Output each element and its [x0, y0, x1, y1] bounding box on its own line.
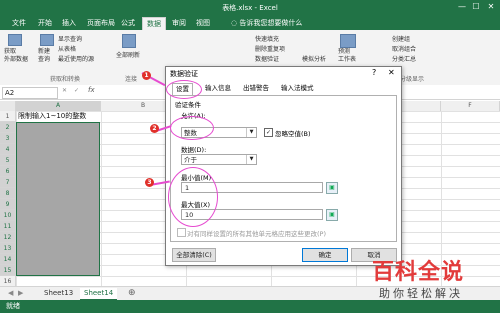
row-header[interactable]: 1: [0, 111, 15, 122]
row-header[interactable]: 7: [0, 177, 15, 188]
row-header[interactable]: 3: [0, 133, 15, 144]
data-select[interactable]: 介于 ▼: [181, 154, 257, 165]
column-header-a[interactable]: A: [16, 101, 101, 111]
data-value: 介于: [184, 156, 197, 164]
enter-icon[interactable]: ✓: [74, 87, 79, 94]
sheet-tab-sheet13[interactable]: Sheet13: [40, 288, 77, 299]
tab-data[interactable]: 数据: [142, 17, 166, 31]
next-sheet-icon[interactable]: ▶: [14, 288, 27, 299]
row-headers: 1 2 3 4 5 6 7 8 9 10 11 12 13 14 15 16: [0, 111, 16, 287]
clear-all-button[interactable]: 全部清除(C): [172, 248, 216, 262]
step-marker-3: 3: [145, 178, 154, 187]
close-icon[interactable]: ✕: [485, 2, 497, 12]
database-icon: [8, 34, 22, 46]
highlight-ring-allow: [170, 116, 214, 140]
maximize-icon[interactable]: ☐: [470, 2, 482, 12]
row-header[interactable]: 15: [0, 265, 15, 276]
chevron-down-icon: ▼: [246, 155, 256, 164]
refresh-all-button[interactable]: 全部刷新: [116, 50, 140, 59]
add-sheet-icon[interactable]: ⊕: [124, 288, 140, 299]
data-validation-button[interactable]: 数据验证: [255, 54, 279, 63]
subtotal-button[interactable]: 分类汇总: [392, 54, 416, 63]
range-select-icon[interactable]: ▣: [326, 209, 338, 221]
forecast-icon: [340, 34, 356, 48]
remove-duplicates-button[interactable]: 删除重复项: [255, 44, 285, 53]
row-header[interactable]: 5: [0, 155, 15, 166]
data-label: 数据(D):: [181, 146, 207, 154]
tab-view[interactable]: 视图: [192, 17, 214, 30]
group-outline-label: 分级显示: [400, 76, 425, 83]
selected-range[interactable]: [16, 122, 100, 276]
validation-criteria-label: 验证条件: [175, 101, 201, 109]
apply-all-checkbox[interactable]: [177, 228, 186, 237]
get-external-data-button[interactable]: 获取 外部数据: [4, 48, 28, 64]
watermark-subtitle: 助你轻松解决: [379, 287, 463, 300]
tab-ime-mode[interactable]: 输入法模式: [278, 83, 317, 94]
row-header[interactable]: 11: [0, 221, 15, 232]
column-header-f[interactable]: F: [441, 101, 500, 111]
row-header[interactable]: 4: [0, 144, 15, 155]
apply-all-label: 对有同样设置的所有其他单元格应用这些更改(P): [187, 230, 326, 238]
tell-me-search[interactable]: ◌ 告诉我您想要做什么: [231, 17, 331, 29]
step-marker-1: 1: [142, 71, 151, 80]
row-header[interactable]: 6: [0, 166, 15, 177]
cell-a1[interactable]: 限制输入1~10的整数: [18, 111, 86, 122]
tab-input-message[interactable]: 输入信息: [202, 83, 234, 94]
highlight-ring-settings-tab: [166, 80, 202, 99]
window-title: 表格.xlsx - Excel: [222, 4, 278, 12]
group-connections-label: 连接: [125, 76, 138, 83]
forecast-sheet-button[interactable]: 预测 工作表: [338, 48, 356, 64]
show-queries-button[interactable]: 显示查询: [58, 34, 82, 43]
select-all-corner[interactable]: [0, 101, 16, 111]
row-header[interactable]: 2: [0, 122, 15, 133]
chevron-down-icon: ▼: [246, 128, 256, 137]
cancel-icon[interactable]: ✕: [62, 87, 67, 94]
row-header[interactable]: 10: [0, 210, 15, 221]
row-header[interactable]: 8: [0, 188, 15, 199]
row-header[interactable]: 13: [0, 243, 15, 254]
tab-insert[interactable]: 插入: [58, 17, 80, 30]
help-icon[interactable]: ?: [372, 68, 376, 77]
title-bar: 表格.xlsx - Excel 文件 开始 插入 页面布局 公式 数据 审阅 视…: [0, 0, 500, 31]
tab-home[interactable]: 开始: [34, 17, 56, 30]
row-header[interactable]: 12: [0, 232, 15, 243]
step-marker-2: 2: [150, 124, 159, 133]
lightbulb-icon: ◌: [231, 19, 238, 27]
tab-file[interactable]: 文件: [8, 17, 30, 30]
row-header[interactable]: 9: [0, 199, 15, 210]
tab-error-alert[interactable]: 出错警告: [240, 83, 272, 94]
tab-review[interactable]: 审阅: [168, 17, 190, 30]
from-table-button[interactable]: 从表格: [58, 44, 76, 53]
dialog-title: 数据验证: [170, 70, 198, 78]
range-select-icon[interactable]: ▣: [326, 182, 338, 194]
highlight-ring-min-max: [168, 167, 218, 227]
refresh-icon: [122, 34, 136, 48]
ignore-blank-checkbox[interactable]: ✓: [264, 128, 273, 137]
data-validation-dialog: 数据验证 ? ✕ 设置 输入信息 出错警告 输入法模式 验证条件 允许(A): …: [165, 66, 402, 266]
ungroup-button[interactable]: 取消组合: [392, 44, 416, 53]
group-button[interactable]: 创建组: [392, 34, 410, 43]
tell-me-text: 告诉我您想要做什么: [239, 19, 303, 27]
row-header[interactable]: 14: [0, 254, 15, 265]
what-if-button[interactable]: 模拟分析: [302, 54, 326, 63]
group-get-transform-label: 获取和转换: [50, 76, 81, 83]
dialog-close-icon[interactable]: ✕: [388, 68, 395, 77]
flash-fill-button[interactable]: 快速填充: [255, 34, 279, 43]
tab-page-layout[interactable]: 页面布局: [83, 17, 119, 30]
watermark-title: 百科全说: [372, 260, 465, 285]
ignore-blank-label: 忽略空值(B): [275, 130, 311, 138]
new-query-icon: [40, 34, 54, 46]
ok-button[interactable]: 确定: [302, 248, 348, 262]
name-box[interactable]: A2: [2, 87, 58, 99]
tab-formulas[interactable]: 公式: [117, 17, 139, 30]
new-query-button[interactable]: 新建 查询: [38, 48, 50, 64]
recent-sources-button[interactable]: 最近使用的源: [58, 54, 94, 63]
minimize-icon[interactable]: —: [456, 2, 468, 12]
watermark-logo: 百科全说 助你轻松解决: [372, 254, 494, 304]
function-icon[interactable]: fx: [88, 86, 95, 94]
